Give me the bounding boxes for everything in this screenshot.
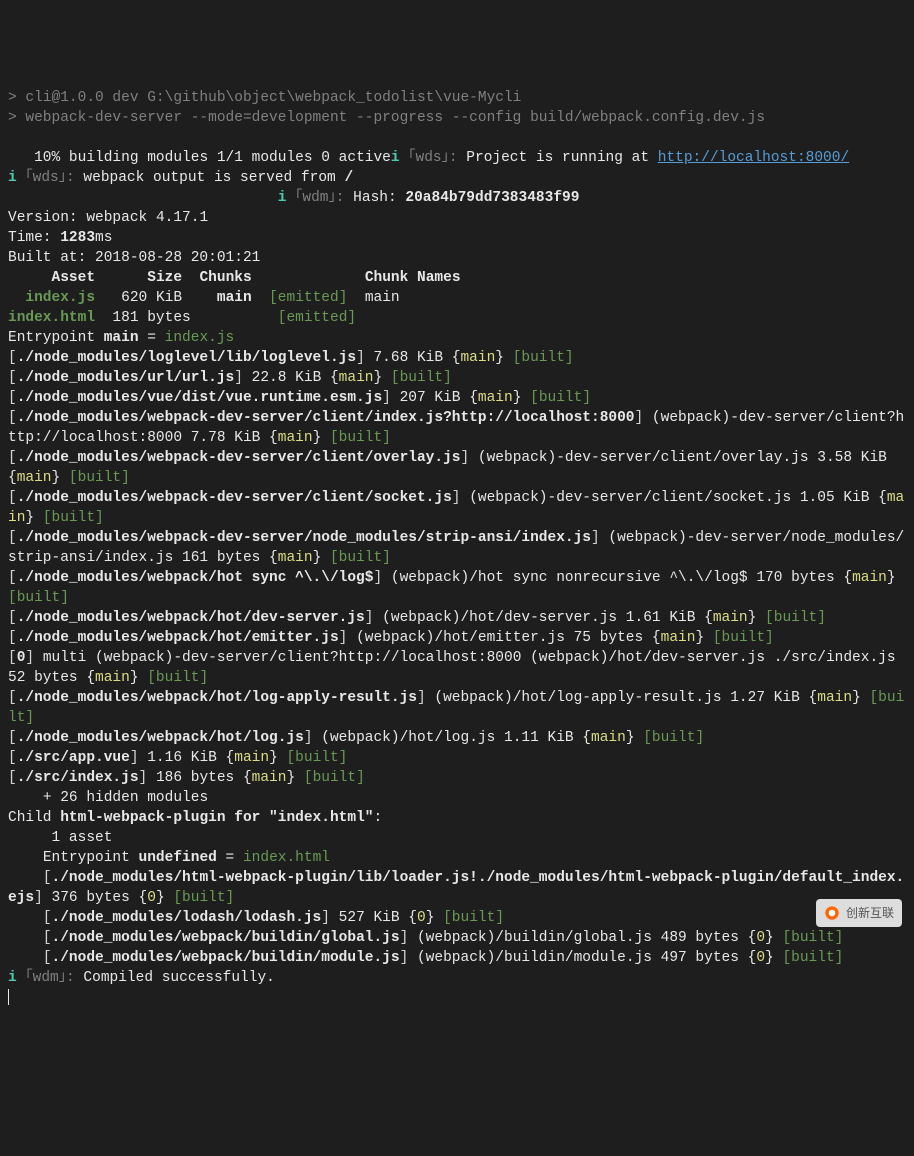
- time: 1283: [60, 230, 95, 246]
- child-entry-name: undefined: [139, 850, 217, 866]
- build-percent: 10%: [8, 150, 69, 166]
- asset-size: 181 bytes: [95, 310, 260, 326]
- module-line: [./node_modules/webpack/hot/log-apply-re…: [8, 690, 904, 726]
- built-at: 2018-08-28 20:01:21: [95, 250, 260, 266]
- module-line: [0] multi (webpack)-dev-server/client?ht…: [8, 650, 904, 686]
- child-entry-file: index.html: [243, 850, 330, 866]
- module-line: [./node_modules/webpack-dev-server/node_…: [8, 530, 904, 566]
- child-module-line: [./node_modules/webpack/buildin/global.j…: [8, 930, 843, 946]
- time-unit: ms: [95, 230, 112, 246]
- version: webpack 4.17.1: [86, 210, 208, 226]
- asset-emitted: [emitted]: [252, 290, 348, 306]
- entrypoint-label: Entrypoint: [8, 330, 104, 346]
- hidden-modules: + 26 hidden modules: [8, 790, 208, 806]
- prompt-marker: >: [8, 110, 25, 126]
- version-label: Version:: [8, 210, 86, 226]
- asset-chunk-name: main: [347, 290, 399, 306]
- module-line: [./node_modules/loglevel/lib/loglevel.js…: [8, 350, 574, 366]
- wds-served: webpack output is served from: [83, 170, 344, 186]
- hash-label: Hash:: [353, 190, 405, 206]
- prompt-marker: >: [8, 90, 25, 106]
- module-line: [./node_modules/webpack/hot sync ^\.\/lo…: [8, 570, 904, 606]
- watermark: 创新互联: [816, 899, 902, 927]
- module-line: [./node_modules/webpack/hot/emitter.js] …: [8, 630, 774, 646]
- module-line: [./node_modules/vue/dist/vue.runtime.esm…: [8, 390, 591, 406]
- entrypoint-file: index.js: [165, 330, 235, 346]
- module-line: [./node_modules/webpack-dev-server/clien…: [8, 490, 904, 526]
- hash: 20a84b79dd7383483f99: [405, 190, 579, 206]
- child-module-line: [./node_modules/webpack/buildin/module.j…: [8, 950, 843, 966]
- child-module-line: [./node_modules/html-webpack-plugin/lib/…: [8, 870, 904, 906]
- wds-tag: ｢wds｣:: [17, 170, 84, 186]
- asset-emitted: [emitted]: [260, 310, 356, 326]
- child-asset: 1 asset: [8, 830, 112, 846]
- child-entry-label: Entrypoint: [8, 850, 139, 866]
- logo-icon: [824, 905, 840, 921]
- module-line: [./node_modules/webpack-dev-server/clien…: [8, 410, 904, 446]
- module-line: [./src/app.vue] 1.16 KiB {main} [built]: [8, 750, 347, 766]
- wds-tag: ｢wds｣:: [400, 150, 467, 166]
- module-line: [./src/index.js] 186 bytes {main} [built…: [8, 770, 365, 786]
- module-line: [./node_modules/webpack-dev-server/clien…: [8, 450, 896, 486]
- asset-name: index.js: [8, 290, 95, 306]
- cmd-line-1: cli@1.0.0 dev G:\github\object\webpack_t…: [25, 90, 521, 106]
- cursor[interactable]: [8, 989, 9, 1005]
- time-label: Time:: [8, 230, 60, 246]
- entrypoint-name: main: [104, 330, 139, 346]
- wds-url[interactable]: http://localhost:8000/: [658, 150, 849, 166]
- th-asset: Asset Size Chunks Chunk Names: [8, 270, 461, 286]
- info-i: i: [8, 970, 17, 986]
- info-i: i: [391, 150, 400, 166]
- module-line: [./node_modules/url/url.js] 22.8 KiB {ma…: [8, 370, 452, 386]
- info-i: i: [8, 170, 17, 186]
- compiled: Compiled successfully.: [83, 970, 274, 986]
- child-name: html-webpack-plugin for "index.html": [60, 810, 373, 826]
- terminal-output: > cli@1.0.0 dev G:\github\object\webpack…: [8, 88, 906, 1008]
- wdm-tag: ｢wdm｣:: [286, 190, 353, 206]
- built-at-label: Built at:: [8, 250, 95, 266]
- child-label: Child: [8, 810, 60, 826]
- wdm-tag: ｢wdm｣:: [17, 970, 84, 986]
- cmd-line-2: webpack-dev-server --mode=development --…: [25, 110, 765, 126]
- asset-chunk: main: [217, 290, 252, 306]
- wds-run: Project is running at: [466, 150, 657, 166]
- module-line: [./node_modules/webpack/hot/dev-server.j…: [8, 610, 826, 626]
- asset-size: 620 KiB: [95, 290, 217, 306]
- child-module-line: [./node_modules/lodash/lodash.js] 527 Ki…: [8, 910, 504, 926]
- wds-slash: /: [344, 170, 353, 186]
- build-msg: building modules 1/1 modules 0 active: [69, 150, 391, 166]
- module-line: [./node_modules/webpack/hot/log.js] (web…: [8, 730, 704, 746]
- watermark-text: 创新互联: [846, 903, 894, 923]
- asset-name: index.html: [8, 310, 95, 326]
